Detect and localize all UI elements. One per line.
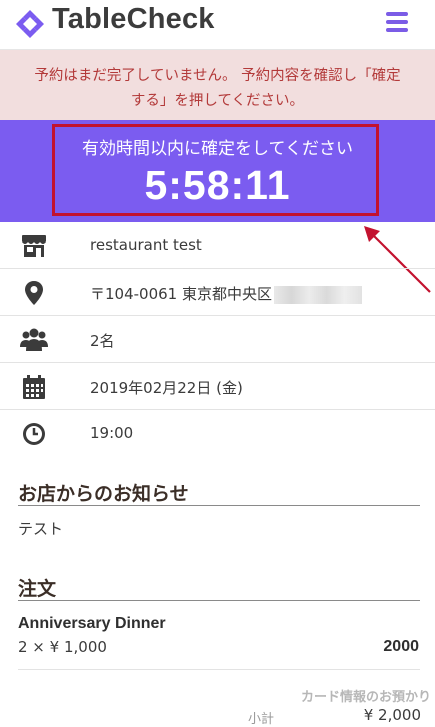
address-text: 〒104-0061 東京都中央区 [90, 285, 272, 303]
restaurant-address: 〒104-0061 東京都中央区 [90, 283, 362, 304]
detail-row-time: 19:00 [0, 410, 435, 457]
app-header: TableCheck [0, 0, 435, 50]
brand-name[interactable]: TableCheck [52, 3, 215, 36]
order-item-name: Anniversary Dinner [18, 615, 166, 632]
detail-row-restaurant: restaurant test [0, 222, 435, 269]
card-info-heading: カード情報のお預かり [300, 690, 431, 705]
tablecheck-logo-icon[interactable] [14, 8, 46, 40]
alert-line-2: する」を押してください。 [130, 93, 305, 109]
countdown-timer: 5:58:11 [144, 162, 291, 208]
order-item-total: 2000 [383, 638, 419, 655]
order-divider [18, 600, 420, 601]
countdown-label: 有効時間以内に確定をしてください [82, 139, 353, 159]
order-heading: 注文 [18, 578, 57, 600]
notice-body: テスト [18, 520, 64, 538]
party-size: 2名 [90, 332, 115, 350]
store-icon [22, 235, 46, 257]
clock-icon [23, 423, 45, 445]
detail-row-address: 〒104-0061 東京都中央区 [0, 269, 435, 316]
users-icon [20, 328, 48, 351]
reservation-date: 2019年02月22日 (金) [90, 379, 243, 397]
calendar-icon [23, 375, 45, 399]
map-pin-icon [25, 281, 43, 305]
notice-heading: お店からのお知らせ [18, 483, 189, 505]
subtotal-label: 小計 [248, 712, 275, 727]
order-item-quantity: 2 × ¥ 1,000 [18, 638, 107, 656]
subtotal-value: ¥ 2,000 [363, 706, 421, 724]
incomplete-reservation-alert: 予約はまだ完了していません。 予約内容を確認し「確定 する」を押してください。 [0, 50, 435, 120]
notice-divider [18, 505, 420, 506]
hamburger-menu-icon[interactable] [386, 12, 408, 32]
detail-row-date: 2019年02月22日 (金) [0, 363, 435, 410]
detail-row-party-size: 2名 [0, 316, 435, 363]
redacted-address-blur [274, 285, 362, 304]
reservation-time: 19:00 [90, 424, 134, 442]
restaurant-name: restaurant test [90, 236, 202, 254]
order-item-divider [18, 669, 420, 670]
alert-line-1: 予約はまだ完了していません。 予約内容を確認し「確定 [34, 68, 401, 84]
